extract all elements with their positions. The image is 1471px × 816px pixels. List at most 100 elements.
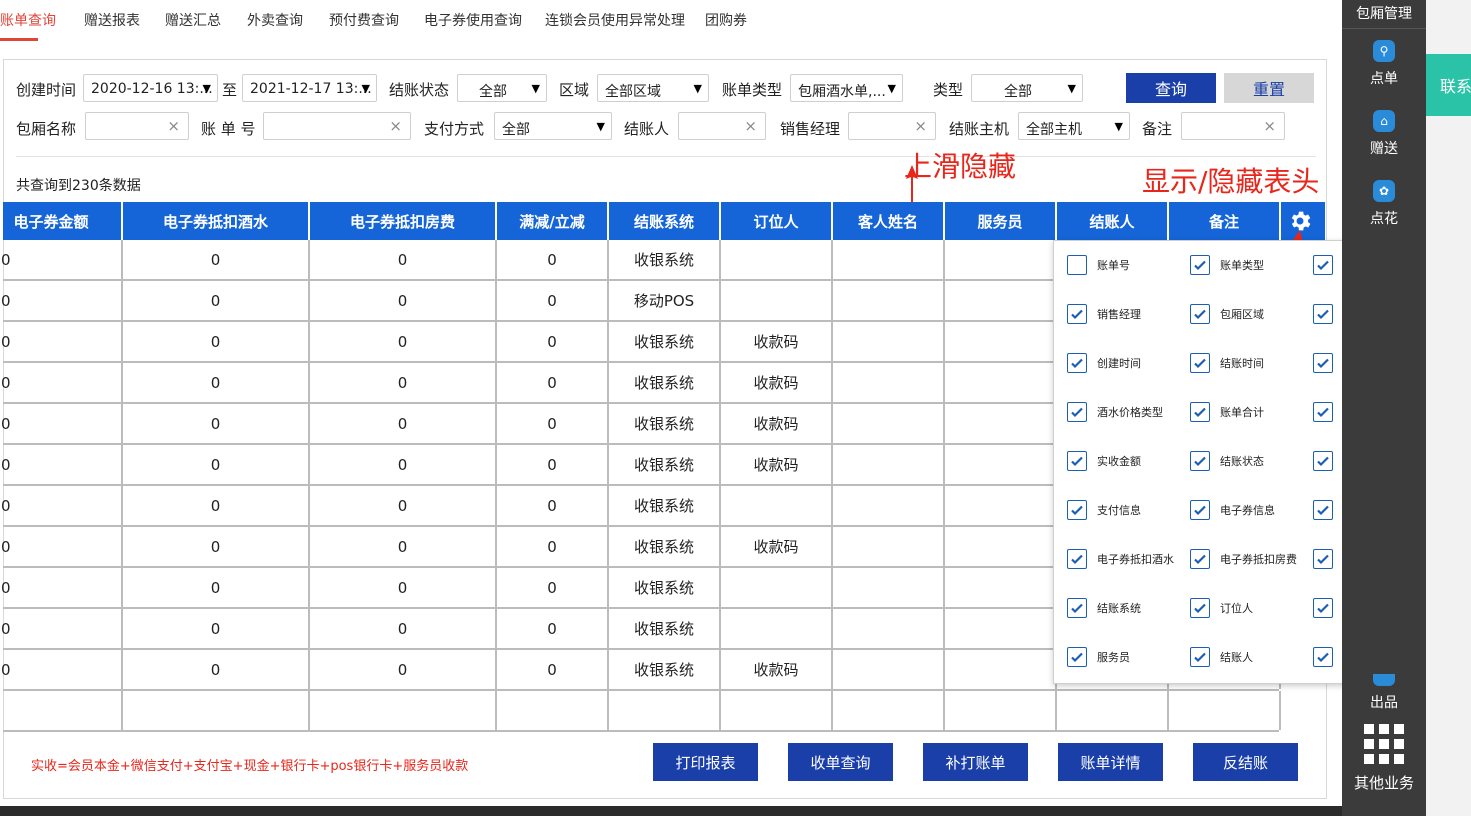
column-option[interactable]: 实收金额 [1067,451,1141,471]
tab-group-coupon[interactable]: 团购券 [705,10,747,30]
col-ecoupon-drinks[interactable]: 电子券抵扣酒水 [123,202,310,240]
contact-button[interactable]: 联系 [1426,54,1471,116]
column-option[interactable]: 电子券信息 [1190,500,1275,520]
bill-detail-button[interactable]: 账单详情 [1058,743,1163,781]
checkbox-checked-icon[interactable] [1190,353,1210,373]
checkbox-checked-icon[interactable] [1313,647,1333,667]
receipt-query-button[interactable]: 收单查询 [788,743,893,781]
host-select[interactable]: 全部主机 ▼ [1018,112,1130,140]
column-option[interactable]: 订位人 [1190,598,1253,618]
tab-takeout-query[interactable]: 外卖查询 [247,10,303,30]
income-formula-note: 实收=会员本金+微信支付+支付宝+现金+银行卡+pos银行卡+服务员收款 [31,759,469,774]
column-option[interactable]: 账单类型 [1190,255,1264,275]
column-option[interactable]: 结账系统 [1067,598,1141,618]
column-option[interactable]: 账单合计 [1190,402,1264,422]
clear-icon[interactable]: × [167,117,180,135]
checkbox-checked-icon[interactable] [1313,598,1333,618]
checkbox-unchecked-icon[interactable] [1067,255,1087,275]
table-cell: 0 [310,486,497,525]
sidebar-room-management[interactable]: 包厢管理 [1342,3,1426,23]
remark-input[interactable]: × [1181,112,1285,140]
checkbox-checked-icon[interactable] [1190,255,1210,275]
room-name-input[interactable]: × [85,112,189,140]
col-ecoupon-room[interactable]: 电子券抵扣房费 [310,202,497,240]
col-guest-name[interactable]: 客人姓名 [833,202,945,240]
tab-gift-summary[interactable]: 赠送汇总 [165,10,221,30]
col-settle-system[interactable]: 结账系统 [609,202,721,240]
checkbox-checked-icon[interactable] [1190,451,1210,471]
checkbox-checked-icon[interactable] [1313,304,1333,324]
column-option[interactable]: 销售经理 [1067,304,1141,324]
reverse-settle-button[interactable]: 反结账 [1193,743,1298,781]
checkbox-checked-icon[interactable] [1067,549,1087,569]
reprint-bill-button[interactable]: 补打账单 [923,743,1028,781]
column-option[interactable]: 账单号 [1067,255,1130,275]
checkbox-checked-icon[interactable] [1067,451,1087,471]
tab-gift-report[interactable]: 赠送报表 [84,10,140,30]
column-option[interactable]: 创建时间 [1067,353,1141,373]
checkbox-checked-icon[interactable] [1190,598,1210,618]
bill-no-input[interactable]: × [263,112,411,140]
checkbox-checked-icon[interactable] [1067,598,1087,618]
print-report-button[interactable]: 打印报表 [653,743,758,781]
sidebar-item-gift[interactable]: ⌂ 赠送 [1342,110,1426,158]
tab-chain-member-exception[interactable]: 连锁会员使用异常处理 [545,10,685,30]
column-option[interactable]: 电子券抵扣酒水 [1067,549,1174,569]
clear-icon[interactable]: × [389,117,402,135]
col-booker[interactable]: 订位人 [721,202,833,240]
col-remark[interactable]: 备注 [1169,202,1281,240]
sidebar-item-flower[interactable]: ✿ 点花 [1342,180,1426,228]
column-option[interactable]: 结账时间 [1190,353,1264,373]
type-select[interactable]: 全部 ▼ [971,74,1083,102]
checkbox-checked-icon[interactable] [1190,549,1210,569]
checkbox-checked-icon[interactable] [1190,647,1210,667]
checkbox-checked-icon[interactable] [1313,402,1333,422]
checkbox-checked-icon[interactable] [1313,255,1333,275]
col-cashier[interactable]: 结账人 [1057,202,1169,240]
sidebar-item-dispatch[interactable]: 出品 [1342,674,1426,712]
checkbox-checked-icon[interactable] [1067,647,1087,667]
query-button[interactable]: 查询 [1126,73,1216,103]
pay-method-select[interactable]: 全部 ▼ [494,112,612,140]
settle-status-select[interactable]: 全部 ▼ [457,74,547,102]
checkbox-checked-icon[interactable] [1067,500,1087,520]
checkbox-checked-icon[interactable] [1313,500,1333,520]
column-option[interactable]: 结账人 [1190,647,1253,667]
to-label: 至 [222,81,238,99]
column-option[interactable]: 结账状态 [1190,451,1264,471]
start-date-select[interactable]: 2020-12-16 13:... ▼ [83,74,218,102]
end-date-select[interactable]: 2021-12-17 13:... ▼ [242,74,377,102]
sales-manager-input[interactable]: × [848,112,936,140]
column-option[interactable]: 包厢区域 [1190,304,1264,324]
checkbox-checked-icon[interactable] [1313,451,1333,471]
checkbox-checked-icon[interactable] [1313,549,1333,569]
tab-ecoupon-usage[interactable]: 电子券使用查询 [424,10,522,30]
checkbox-checked-icon[interactable] [1190,304,1210,324]
clear-icon[interactable]: × [914,117,927,135]
sidebar-item-other[interactable]: 其他业务 [1342,724,1426,793]
bill-type-select[interactable]: 包厢酒水单,... ▼ [790,74,903,102]
checkbox-checked-icon[interactable] [1313,353,1333,373]
tab-prepaid-query[interactable]: 预付费查询 [329,10,399,30]
column-option[interactable]: 服务员 [1067,647,1130,667]
column-option[interactable]: 支付信息 [1067,500,1141,520]
checkbox-checked-icon[interactable] [1190,402,1210,422]
col-discount[interactable]: 满减/立减 [497,202,609,240]
tab-bill-query[interactable]: 账单查询 [0,10,56,30]
table-cell: 0 [497,404,609,443]
sidebar-item-order[interactable]: ⚲ 点单 [1342,40,1426,88]
clear-icon[interactable]: × [1263,117,1276,135]
column-option[interactable]: 电子券抵扣房费 [1190,549,1297,569]
area-select[interactable]: 全部区域 ▼ [597,74,709,102]
checkbox-checked-icon[interactable] [1067,402,1087,422]
cashier-input[interactable]: × [678,112,766,140]
table-row[interactable] [3,691,1281,732]
reset-button[interactable]: 重置 [1224,73,1314,103]
column-option[interactable]: 酒水价格类型 [1067,402,1163,422]
checkbox-checked-icon[interactable] [1190,500,1210,520]
col-ecoupon-amount[interactable]: 电子券金额 [0,202,123,240]
col-waiter[interactable]: 服务员 [945,202,1057,240]
clear-icon[interactable]: × [744,117,757,135]
checkbox-checked-icon[interactable] [1067,353,1087,373]
checkbox-checked-icon[interactable] [1067,304,1087,324]
